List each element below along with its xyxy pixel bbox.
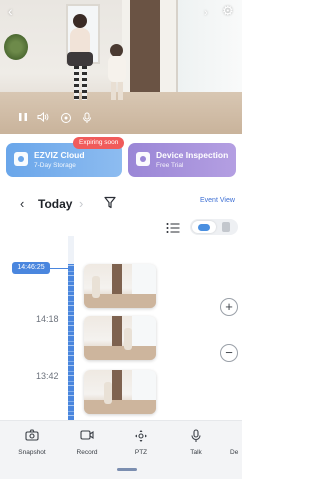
pause-icon[interactable] xyxy=(18,112,28,125)
live-video-player[interactable]: ‹ › ⚙ xyxy=(0,0,242,134)
talk-label: Talk xyxy=(190,449,202,456)
record-label: Record xyxy=(76,449,98,456)
clip-thumbnail[interactable] xyxy=(84,316,156,360)
cloud-upload-icon xyxy=(14,152,28,166)
video-record-icon xyxy=(80,429,94,443)
microphone-icon xyxy=(189,429,203,443)
focus-icon[interactable] xyxy=(60,112,72,127)
device-inspection-card[interactable]: Device Inspection Free Trial xyxy=(128,143,236,177)
timeline-empty-segment xyxy=(68,236,74,264)
settings-icon[interactable]: ⚙ xyxy=(222,4,234,18)
video-frame-child xyxy=(64,14,98,102)
inspection-card-subtitle: Free Trial xyxy=(156,162,184,169)
timeline-tick: 13:42 xyxy=(36,371,59,381)
record-button[interactable]: Record xyxy=(67,429,107,456)
camera-inspection-icon xyxy=(136,152,150,166)
more-icon xyxy=(218,429,232,443)
timeline-tick: 14:18 xyxy=(36,314,59,324)
more-tool-button[interactable]: De xyxy=(218,429,242,456)
ptz-icon xyxy=(134,429,148,443)
current-time-line xyxy=(50,268,68,269)
camera-icon xyxy=(25,429,39,443)
talk-button[interactable]: Talk xyxy=(176,429,216,456)
next-day-icon[interactable]: › xyxy=(79,196,83,211)
clip-thumbnail[interactable] xyxy=(84,264,156,308)
previous-day-icon[interactable]: ‹ xyxy=(20,196,24,211)
cloud-card-subtitle: 7-Day Storage xyxy=(34,162,76,169)
cloud-storage-icon[interactable] xyxy=(192,221,216,233)
volume-icon[interactable] xyxy=(37,111,49,125)
video-frame-toddler xyxy=(106,44,128,102)
list-view-icon[interactable] xyxy=(166,221,180,233)
date-navigation: ‹ Today › Event View xyxy=(0,192,242,216)
event-view-link[interactable]: Event View xyxy=(200,197,235,204)
snapshot-button[interactable]: Snapshot xyxy=(12,429,52,456)
storage-source-toggle[interactable] xyxy=(190,219,238,235)
back-icon[interactable]: ‹ xyxy=(8,4,13,18)
current-time-marker[interactable]: 14:46:25 xyxy=(12,262,50,274)
home-indicator xyxy=(117,468,137,471)
zoom-in-button[interactable]: + xyxy=(220,298,238,316)
sd-card-icon[interactable] xyxy=(222,222,230,232)
ptz-button[interactable]: PTZ xyxy=(121,429,161,456)
video-frame-door xyxy=(130,0,160,92)
filter-icon[interactable] xyxy=(104,196,116,210)
zoom-out-button[interactable]: − xyxy=(220,344,238,362)
snapshot-label: Snapshot xyxy=(18,449,46,456)
clip-thumbnail[interactable] xyxy=(84,370,156,414)
video-frame-plant xyxy=(4,34,28,60)
date-label[interactable]: Today xyxy=(38,197,72,211)
cloud-card-title: EZVIZ Cloud xyxy=(34,150,85,160)
next-camera-icon[interactable]: › xyxy=(204,6,208,20)
inspection-card-title: Device Inspection xyxy=(156,150,229,160)
microphone-icon[interactable] xyxy=(82,112,92,127)
more-tool-label: De xyxy=(230,449,239,456)
expiring-badge: Expiring soon xyxy=(73,137,125,149)
ptz-label: PTZ xyxy=(134,449,148,456)
